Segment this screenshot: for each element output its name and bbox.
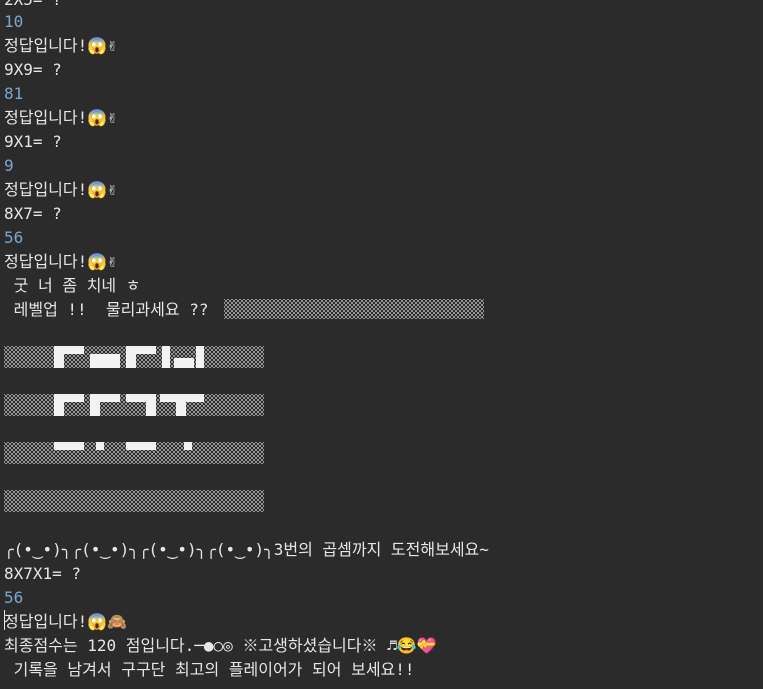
banner-block [90, 394, 120, 402]
banner-block [96, 442, 104, 450]
banner-block [176, 402, 186, 416]
banner-block [162, 346, 170, 368]
banner-shade-row [4, 490, 264, 512]
banner-block [196, 346, 204, 368]
banner-block [174, 358, 194, 368]
banner-block [126, 354, 136, 368]
banner-block [54, 354, 64, 368]
console-input-line: 81 [4, 84, 24, 103]
banner-block [54, 346, 84, 354]
banner-block [90, 354, 120, 368]
banner-block [54, 394, 84, 402]
console-line: 9X9= ? [4, 60, 62, 79]
console-input-line: 9 [4, 156, 14, 175]
console-line: 정답입니다!😱✌ [4, 36, 117, 55]
console-line: 정답입니다!😱✌ [4, 252, 117, 271]
banner-block [90, 402, 100, 416]
console-input-line: 56 [4, 588, 24, 607]
banner-block [126, 346, 156, 354]
shade-bar [224, 299, 484, 319]
text-cursor [4, 610, 5, 630]
console-line: ╭(•‿•)╮╭(•‿•)╮╭(•‿•)╮╭(•‿•)╮3번의 곱셈까지 도전해… [4, 540, 489, 559]
console-line: 정답입니다!😱✌ [4, 108, 117, 127]
console-input-line: 56 [4, 228, 24, 247]
console-line: 최종점수는 120 점입니다.─●○◎ ※고생하셨습니다※ ♬😂💝 [4, 636, 437, 655]
banner-block [184, 442, 192, 450]
console-line: 굿 너 좀 치네 ㅎ [4, 276, 141, 295]
banner-block [160, 394, 204, 402]
banner-block [126, 442, 156, 450]
banner-block [126, 394, 156, 402]
console-line: 8X7X1= ? [4, 564, 82, 583]
console-line: 9X1= ? [4, 132, 62, 151]
console-input-line: 10 [4, 12, 24, 31]
console-line: 기록을 남겨서 구구단 최고의 플레이어가 되어 보세요!! [4, 660, 415, 679]
banner-block [54, 402, 64, 416]
console-line: 정답입니다!😱🙈 [4, 612, 128, 631]
console-line: 정답입니다!😱✌ [4, 180, 117, 199]
console-line: 8X7= ? [4, 204, 62, 223]
banner-block [54, 442, 84, 450]
console-line: 레벨업 !! 물리과세요 ?? [4, 300, 219, 319]
banner-block [146, 402, 156, 416]
